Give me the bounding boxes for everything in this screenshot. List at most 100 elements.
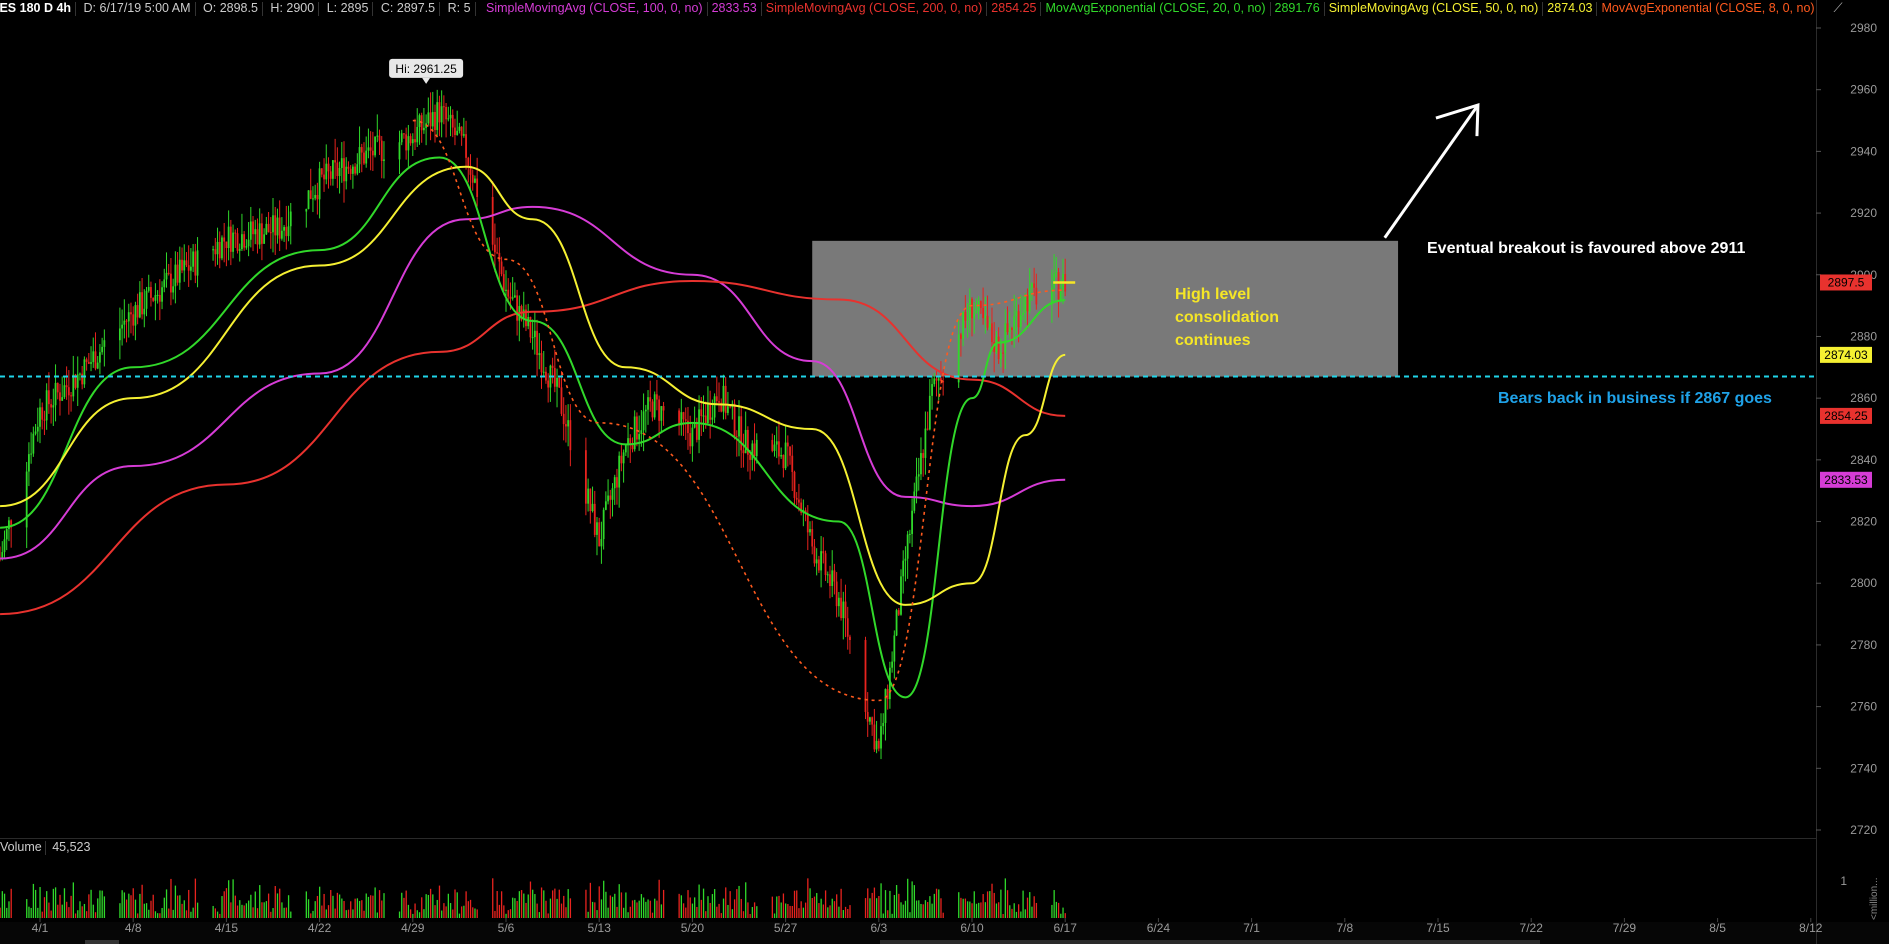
- price-chart[interactable]: 2720274027602780280028202840286028802900…: [0, 0, 1889, 944]
- volume-bar: [875, 898, 878, 918]
- candle-body: [611, 488, 614, 500]
- candle-body: [189, 266, 192, 271]
- candle-body: [844, 601, 847, 619]
- volume-bar: [230, 902, 232, 918]
- candle-body: [254, 229, 257, 235]
- candle-body: [358, 147, 361, 165]
- study-legend-name[interactable]: MovAvgExponential (CLOSE, 20, 0, no): [1042, 0, 1268, 17]
- candle-body: [587, 488, 590, 504]
- candle-body: [638, 434, 641, 440]
- candle-body: [416, 126, 419, 143]
- volume-bar: [363, 910, 365, 918]
- candle-body: [509, 296, 512, 299]
- volume-bar: [709, 902, 711, 918]
- volume-bar: [552, 890, 554, 918]
- candle-body: [471, 174, 474, 183]
- volume-bar: [687, 890, 689, 918]
- candle-body: [174, 264, 177, 287]
- volume-bar: [361, 900, 363, 918]
- candle-body: [449, 114, 452, 119]
- candle-body: [225, 241, 228, 249]
- volume-bar: [631, 900, 634, 918]
- volume-bar: [221, 896, 223, 918]
- volume-bar: [1031, 906, 1033, 918]
- volume-bar: [212, 905, 214, 918]
- candle-body: [354, 166, 357, 174]
- volume-bar: [793, 890, 796, 918]
- volume-bar: [549, 898, 552, 918]
- candle-body: [431, 111, 434, 127]
- candle-body: [806, 513, 809, 533]
- volume-bar: [720, 913, 722, 918]
- candle-body: [1015, 311, 1018, 317]
- volume-bar: [456, 892, 458, 918]
- volume-bar: [232, 879, 234, 918]
- candle-body: [176, 264, 179, 283]
- candle-body: [434, 111, 436, 131]
- candle-body: [411, 139, 414, 144]
- volume-bar: [252, 907, 254, 918]
- volume-bar: [196, 902, 199, 918]
- volume-bar: [347, 909, 350, 918]
- volume-bar: [966, 901, 969, 918]
- x-tick-label: 8/12: [1799, 921, 1823, 935]
- volume-bar: [46, 891, 48, 918]
- candle-body: [101, 346, 104, 353]
- volume-bar: [907, 878, 909, 918]
- volume-bar: [565, 907, 567, 918]
- volume-bar: [90, 889, 92, 918]
- y-tick-label: 2940: [1850, 144, 1877, 158]
- volume-bar: [791, 905, 793, 918]
- y-tick-label: 2860: [1850, 391, 1877, 405]
- candle-body: [178, 259, 181, 283]
- candle-body: [214, 249, 217, 255]
- volume-bar: [587, 911, 589, 918]
- volume-bar: [148, 909, 150, 918]
- price-label-text: 2874.03: [1824, 348, 1868, 362]
- volume-bar: [267, 893, 270, 918]
- drawing-tools-icon[interactable]: ⟋: [1827, 0, 1849, 18]
- separator: [1596, 1, 1598, 16]
- candle-body: [1028, 287, 1031, 312]
- symbol-label[interactable]: /ES 180 D 4h: [0, 0, 74, 17]
- price-label-text: 2833.53: [1824, 473, 1868, 487]
- volume-bar: [824, 890, 827, 918]
- candle-body: [150, 287, 152, 298]
- volume-bar: [407, 904, 410, 918]
- candle-body: [596, 522, 598, 535]
- volume-bar: [711, 894, 714, 918]
- volume-bar: [829, 905, 831, 918]
- volume-bar: [370, 895, 372, 918]
- volume-bar: [638, 900, 640, 918]
- candle-body: [349, 168, 352, 174]
- study-legend-name[interactable]: MovAvgExponential (CLOSE, 8, 0, no): [1598, 0, 1816, 17]
- candle-body: [1031, 283, 1033, 288]
- study-legend-name[interactable]: SimpleMovingAvg (CLOSE, 100, 0, no): [483, 0, 706, 17]
- candle-body: [798, 499, 800, 503]
- candle-body: [924, 428, 927, 458]
- volume-bar: [696, 906, 698, 918]
- candle-body: [962, 311, 965, 339]
- candle-body: [735, 436, 738, 438]
- volume-bar: [434, 905, 436, 918]
- x-tick-label: 4/8: [125, 921, 142, 935]
- candle-body: [50, 404, 52, 408]
- volume-bar: [57, 904, 59, 918]
- candle-body: [538, 353, 541, 356]
- candle-body: [316, 194, 319, 200]
- candle-body: [551, 365, 554, 368]
- volume-bar: [1026, 897, 1029, 918]
- candle-body: [125, 320, 128, 322]
- volume-bar: [319, 886, 321, 918]
- volume-bar: [474, 908, 476, 918]
- candle-body: [979, 301, 982, 308]
- study-legend-name[interactable]: SimpleMovingAvg (CLOSE, 50, 0, no): [1326, 0, 1542, 17]
- volume-bar: [281, 902, 283, 918]
- candle-body: [338, 167, 341, 177]
- volume-bar: [789, 905, 791, 918]
- study-legend-name[interactable]: SimpleMovingAvg (CLOSE, 200, 0, no): [763, 0, 986, 17]
- volume-bars: [0, 878, 1066, 918]
- candle-body: [1053, 273, 1056, 289]
- candle-body: [376, 135, 379, 137]
- volume-tick-label: 1: [1840, 874, 1847, 888]
